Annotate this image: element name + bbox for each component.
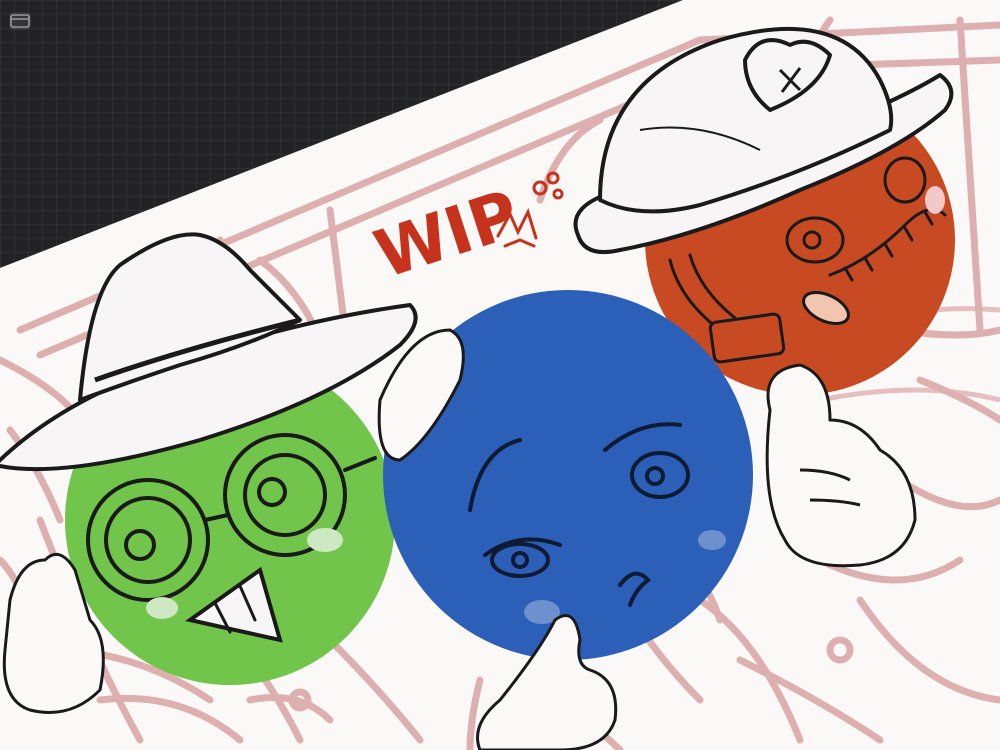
gallery-icon (10, 14, 30, 28)
drawing-app: WIP (0, 0, 1000, 750)
gallery-button[interactable] (9, 12, 31, 30)
drawing-canvas[interactable]: WIP (0, 0, 1000, 750)
